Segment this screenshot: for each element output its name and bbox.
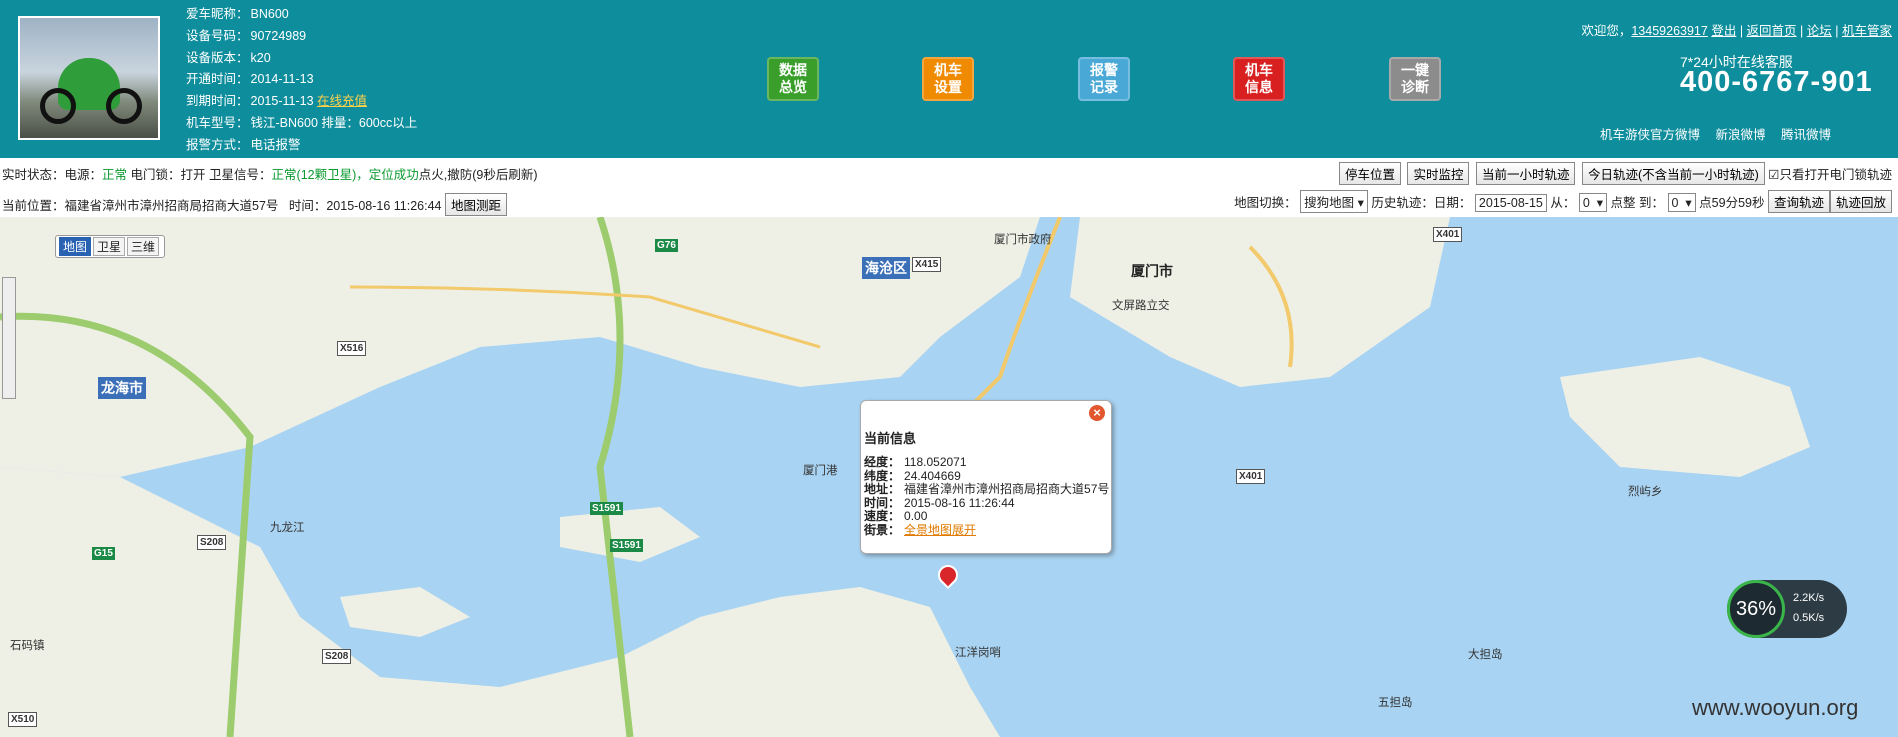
info-device-version: 设备版本： k20 [186,50,271,65]
map-label-haicang: 海沧区 [862,257,910,279]
zoom-control[interactable] [2,277,16,399]
map-type-switch: 地图 卫星 三维 [55,235,166,258]
speed-percent: 36% [1727,580,1785,638]
manager-link[interactable]: 机车管家 [1842,24,1892,38]
map-label-xiamen: 厦门市 [1131,263,1173,279]
road-x401-b: X401 [1236,469,1266,484]
info-model: 机车型号： 钱江-BN600 排量：600cc以上 [186,115,418,130]
data-overview-button[interactable]: 数据 总览 [767,57,819,101]
map-label-jiangyang: 江洋岗哨 [955,647,1001,659]
upload-speed: 2.2K/s [1793,592,1825,604]
query-track-button[interactable]: 查询轨迹 [1767,190,1830,213]
watermark: www.wooyun.org [1692,695,1859,720]
forum-link[interactable]: 论坛 [1807,24,1832,38]
map-type-3d[interactable]: 三维 [127,237,160,256]
info-expire-date: 到期时间： 2015-11-13 在线充值 [186,94,368,109]
logout-link[interactable]: 登出 [1711,24,1736,38]
status-bar: 实时状态：电源：正常 电门锁：打开 卫星信号：正常(12颗卫星)，定位成功点火,… [0,160,1898,216]
popup-info-table: 经度： 118.052071 纬度： 24.404669 地址： 福建省漳州市漳州招商… [864,455,1110,537]
top-links: 欢迎您，13459263917 登出 | 返回首页 | 论坛 | 机车管家 [1581,24,1892,38]
tencent-weibo-link[interactable]: 腾讯微博 [1781,128,1831,142]
map-type-map[interactable]: 地图 [59,237,92,256]
road-x415: X415 [912,257,942,272]
popup-row-longitude: 经度： 118.052071 [864,455,967,469]
last-hour-track-button[interactable]: 当前一小时轨迹 [1475,162,1576,185]
popup-row-speed: 速度： 0.00 [864,509,928,523]
panorama-link[interactable]: 全景地图展开 [904,523,976,537]
to-hour-select[interactable]: 0 ▾ [1667,193,1696,212]
history-controls: 地图切换： 搜狗地图 ▾ 历史轨迹：日期： 2015-08-15 从： 0 ▾ … [1234,190,1892,213]
road-g15: G15 [92,547,115,560]
realtime-status: 实时状态：电源：正常 电门锁：打开 卫星信号：正常(12颗卫星)，定位成功点火,… [2,168,538,182]
map-label-dadan: 大担岛 [1468,649,1503,661]
network-speed-widget: 36% 2.2K/s 0.5K/s [1727,580,1847,638]
road-s208-b: S208 [322,649,352,664]
popup-row-streetview: 街景： 全景地图展开 [864,522,977,537]
map-label-gov: 厦门市政府 [994,234,1052,246]
info-alarm-method: 报警方式： 电话报警 [186,137,301,152]
road-s208-a: S208 [197,535,227,550]
map-label-jiulongjiang: 九龙江 [270,522,305,534]
map-label-wenping: 文屏路立交 [1112,300,1170,312]
map-label-wudan: 五担岛 [1378,697,1413,709]
only-door-checkbox[interactable]: ☑ [1768,168,1779,182]
vehicle-settings-button[interactable]: 机车 设置 [922,57,974,101]
motorcycle-photo [18,16,160,140]
today-track-button[interactable]: 今日轨迹(不含当前一小时轨迹) [1581,162,1765,185]
track-buttons: 停车位置 实时监控 当前一小时轨迹 今日轨迹(不含当前一小时轨迹) ☑只看打开电… [1336,162,1892,185]
current-position: 当前位置：福建省漳州市漳州招商局招商大道57号 时间：2015-08-16 11… [2,193,508,216]
popup-row-time: 时间： 2015-08-16 11:26:44 [864,495,1015,510]
vehicle-info-button[interactable]: 机车 信息 [1233,57,1285,101]
user-link[interactable]: 13459263917 [1631,24,1707,38]
road-x516: X516 [337,341,367,356]
from-hour-select[interactable]: 0 ▾ [1578,193,1608,212]
alarm-records-button[interactable]: 报警 记录 [1078,57,1130,101]
road-x510: X510 [8,712,38,727]
map-label-xiamen-port: 厦门港 [803,465,838,477]
info-device-number: 设备号码： 90724989 [186,28,307,43]
header: 爱车昵称： BN600 设备号码： 90724989 设备版本： k20 开通时间： 2… [0,0,1898,158]
map-label-longhai: 龙海市 [98,377,146,399]
weibo-links: 机车游侠官方微博 新浪微博 腾讯微博 [1600,128,1832,142]
map-label-lieyu: 烈屿乡 [1628,486,1663,498]
close-popup-icon[interactable]: × [1089,405,1105,421]
one-click-diagnose-button[interactable]: 一键 诊断 [1389,57,1441,101]
recharge-link[interactable]: 在线充值 [317,94,367,108]
hotline-number: 400-6767-901 [1680,66,1873,98]
map-type-satellite[interactable]: 卫星 [93,237,126,256]
date-input[interactable]: 2015-08-15 [1474,194,1547,212]
current-info-popup: × 当前信息 经度： 118.052071 纬度： 24.404669 地址： 福建省… [860,400,1112,554]
popup-title: 当前信息 [864,431,917,446]
road-x401-a: X401 [1433,227,1463,242]
realtime-monitor-button[interactable]: 实时监控 [1407,162,1470,185]
sina-weibo-link[interactable]: 新浪微博 [1716,128,1766,142]
map-measure-button[interactable]: 地图测距 [445,193,508,216]
download-speed: 0.5K/s [1793,612,1825,624]
road-s1591-b: S1591 [610,539,643,552]
park-position-button[interactable]: 停车位置 [1338,162,1401,185]
popup-row-latitude: 纬度： 24.404669 [864,468,961,483]
map-source-select[interactable]: 搜狗地图 ▾ [1300,190,1368,213]
popup-row-address: 地址： 福建省漳州市漳州招商局招商大道57号 [864,482,1110,496]
road-s1591-a: S1591 [590,502,623,515]
info-nickname: 爱车昵称： BN600 [186,7,289,21]
home-link[interactable]: 返回首页 [1747,24,1797,38]
road-g76: G76 [655,239,678,252]
map-label-shima: 石码镇 [10,640,45,652]
device-info: 爱车昵称： BN600 设备号码： 90724989 设备版本： k20 开通时间： 2… [186,4,417,157]
info-open-date: 开通时间： 2014-11-13 [186,72,314,87]
replay-track-button[interactable]: 轨迹回放 [1829,190,1892,213]
